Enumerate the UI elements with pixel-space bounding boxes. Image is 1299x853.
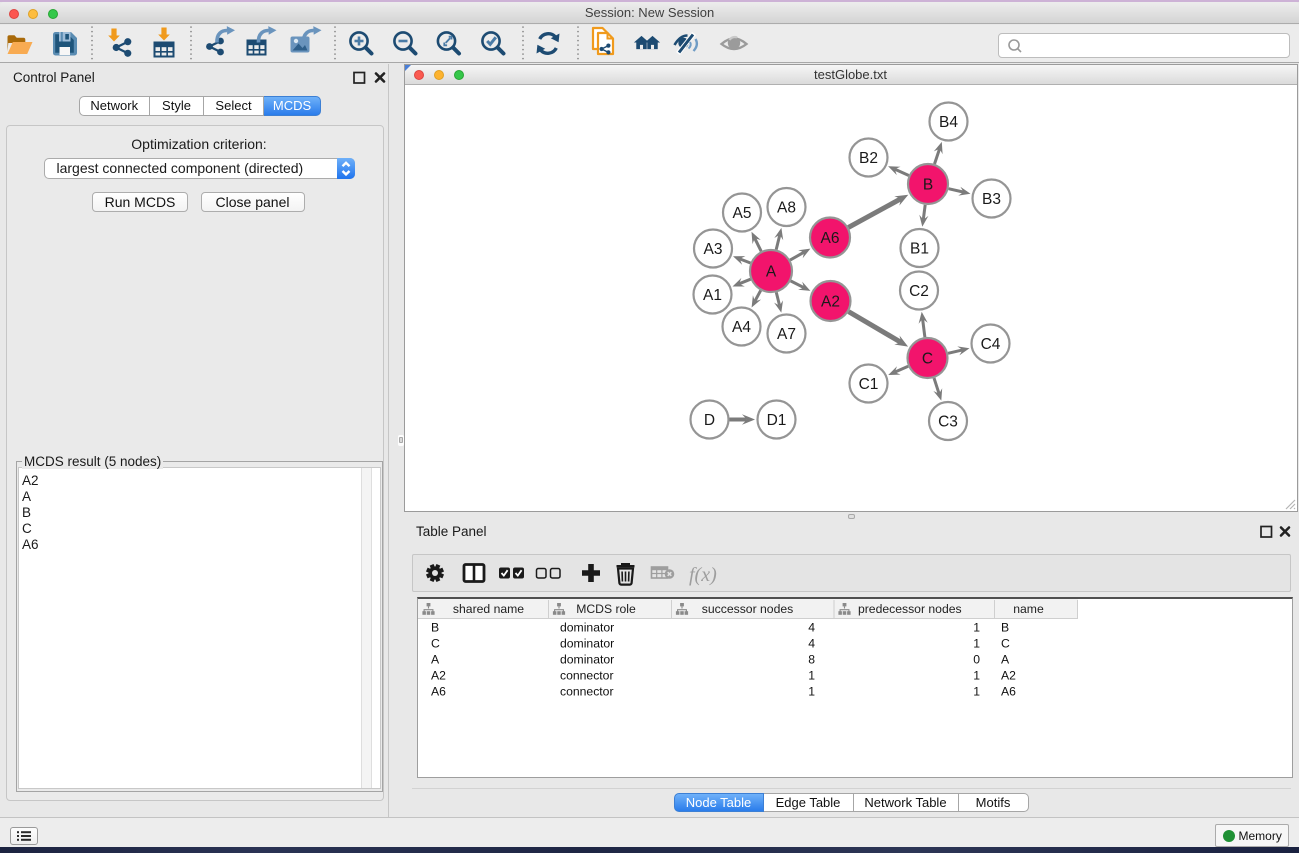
svg-text:A3: A3 [703, 241, 722, 258]
svg-text:B3: B3 [982, 191, 1001, 208]
svg-text:A4: A4 [732, 319, 751, 336]
svg-text:C1: C1 [858, 376, 878, 393]
svg-text:MCDS role: MCDS role [576, 602, 636, 616]
svg-text:f(x): f(x) [689, 564, 717, 586]
svg-text:B: B [1001, 621, 1009, 635]
svg-text:A5: A5 [732, 205, 751, 222]
svg-text:A: A [431, 653, 440, 667]
svg-text:8: 8 [808, 653, 815, 667]
svg-text:B: B [922, 177, 932, 194]
svg-text:A7: A7 [777, 326, 796, 343]
svg-text:dominator: dominator [560, 621, 614, 635]
svg-text:1: 1 [973, 669, 980, 683]
svg-text:0: 0 [973, 653, 980, 667]
svg-text:B2: B2 [859, 150, 878, 167]
svg-text:C3: C3 [938, 414, 958, 431]
svg-text:A2: A2 [431, 669, 446, 683]
svg-text:A6: A6 [431, 685, 446, 699]
svg-text:C2: C2 [909, 283, 929, 300]
svg-text:1: 1 [973, 621, 980, 635]
svg-text:dominator: dominator [560, 637, 614, 651]
svg-text:1: 1 [808, 685, 815, 699]
svg-text:D1: D1 [766, 412, 786, 429]
svg-text:B: B [431, 621, 439, 635]
svg-text:A8: A8 [777, 200, 796, 217]
svg-text:4: 4 [808, 621, 815, 635]
svg-text:A2: A2 [1001, 669, 1016, 683]
svg-text:A: A [1001, 653, 1010, 667]
svg-text:C: C [431, 637, 440, 651]
svg-text:A6: A6 [1001, 685, 1016, 699]
svg-text:successor nodes: successor nodes [702, 602, 793, 616]
svg-text:A: A [765, 264, 776, 281]
svg-text:predecessor nodes: predecessor nodes [858, 602, 962, 616]
svg-text:B4: B4 [939, 114, 958, 131]
svg-text:C: C [921, 351, 932, 368]
svg-text:A6: A6 [820, 230, 839, 247]
svg-text:connector: connector [560, 685, 614, 699]
svg-text:shared name: shared name [453, 602, 524, 616]
svg-text:1: 1 [973, 637, 980, 651]
svg-text:name: name [1013, 602, 1044, 616]
svg-text:1: 1 [973, 685, 980, 699]
svg-text:4: 4 [808, 637, 815, 651]
svg-text:C4: C4 [980, 336, 1000, 353]
svg-text:A1: A1 [703, 287, 722, 304]
svg-text:A2: A2 [821, 294, 840, 311]
svg-text:dominator: dominator [560, 653, 614, 667]
svg-text:D: D [703, 412, 714, 429]
svg-text:connector: connector [560, 669, 614, 683]
svg-text:B1: B1 [910, 241, 929, 258]
svg-text:C: C [1001, 637, 1010, 651]
svg-text:1: 1 [808, 669, 815, 683]
